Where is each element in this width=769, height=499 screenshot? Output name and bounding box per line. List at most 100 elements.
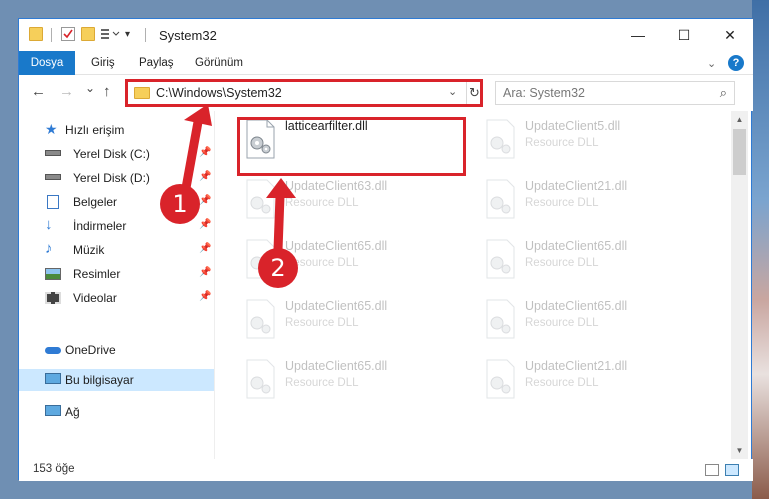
file-tile[interactable]: UpdateClient5.dll Resource DLL	[477, 115, 707, 163]
minimize-button[interactable]: —	[615, 19, 661, 51]
dll-file-icon	[486, 239, 515, 279]
scrollbar-thumb[interactable]	[733, 129, 746, 175]
pin-icon[interactable]: 📌	[199, 195, 211, 206]
pin-icon[interactable]: 📌	[199, 267, 211, 278]
download-icon: ↓	[45, 216, 53, 233]
item-count: 153 öğe	[33, 463, 75, 475]
tab-file[interactable]: Dosya	[19, 51, 75, 75]
dll-file-icon	[246, 359, 275, 399]
sidebar-item-label: Yerel Disk (C:)	[73, 147, 150, 161]
file-tile[interactable]: UpdateClient65.dll Resource DLL	[237, 295, 467, 343]
file-type: Resource DLL	[525, 317, 599, 329]
tab-home[interactable]: Giriş	[83, 51, 123, 75]
tab-share[interactable]: Paylaş	[131, 51, 182, 75]
dll-file-icon	[246, 299, 275, 339]
file-name: UpdateClient65.dll	[285, 299, 388, 313]
step-2-badge: 2	[258, 248, 298, 288]
sidebar-item-music[interactable]: ♪ Müzik 📌	[19, 239, 214, 261]
sidebar-item-videos[interactable]: Videolar 📌	[19, 287, 214, 309]
file-tile[interactable]: UpdateClient21.dll Resource DLL	[477, 355, 707, 403]
pin-icon[interactable]: 📌	[199, 219, 211, 230]
search-icon[interactable]: ⌕	[720, 85, 727, 101]
search-input[interactable]: Ara: System32 ⌕	[495, 81, 735, 105]
maximize-button[interactable]: ☐	[661, 19, 707, 51]
sidebar-item-pictures[interactable]: Resimler 📌	[19, 263, 214, 285]
search-placeholder: Ara: System32	[503, 86, 585, 100]
pin-icon[interactable]: 📌	[199, 291, 211, 302]
file-type: Resource DLL	[525, 377, 599, 389]
step-1-badge: 1	[160, 184, 200, 224]
sidebar-item-label: Ağ	[65, 405, 80, 419]
pin-icon[interactable]: 📌	[199, 243, 211, 254]
file-tile[interactable]: UpdateClient21.dll Resource DLL	[477, 175, 707, 223]
sidebar-item-label: OneDrive	[65, 343, 116, 357]
file-type: Resource DLL	[285, 197, 359, 209]
file-type: Resource DLL	[525, 257, 599, 269]
up-button[interactable]: ↑	[103, 83, 111, 100]
file-tile[interactable]: UpdateClient63.dll Resource DLL	[237, 175, 467, 223]
close-button[interactable]: ✕	[707, 19, 753, 51]
back-button[interactable]: ←	[31, 83, 46, 100]
scroll-up-icon[interactable]: ▲	[731, 111, 748, 128]
music-icon: ♪	[45, 240, 53, 257]
file-highlight-box	[237, 117, 466, 176]
sidebar-item-onedrive[interactable]: OneDrive	[19, 339, 214, 361]
sidebar-item-label: Resimler	[73, 267, 121, 281]
file-name: UpdateClient63.dll	[285, 179, 388, 193]
desktop-background	[752, 0, 769, 499]
properties-icon[interactable]	[61, 27, 75, 41]
drive-icon	[45, 150, 61, 156]
file-name: UpdateClient5.dll	[525, 119, 621, 133]
dll-file-icon	[246, 179, 275, 219]
pin-icon[interactable]: 📌	[199, 171, 211, 182]
chevron-down-icon[interactable]: ▾	[125, 29, 139, 43]
network-icon	[45, 405, 61, 416]
folder-icon	[29, 27, 43, 41]
ribbon-tabs: Dosya Giriş Paylaş Görünüm ⌄ ?	[19, 51, 753, 75]
file-tile[interactable]: UpdateClient65.dll Resource DLL	[237, 355, 467, 403]
sidebar-item-label: Belgeler	[73, 195, 118, 209]
computer-icon	[45, 373, 61, 384]
sidebar-item-label: Yerel Disk (D:)	[73, 171, 150, 185]
file-name: UpdateClient21.dll	[525, 359, 628, 373]
file-tile[interactable]: UpdateClient65.dll Resource DLL	[477, 235, 707, 283]
forward-button[interactable]: →	[59, 83, 74, 100]
customize-toolbar-icon[interactable]	[101, 28, 120, 42]
details-view-icon[interactable]	[705, 464, 719, 476]
expand-ribbon-icon[interactable]: ⌄	[707, 57, 716, 70]
tab-view[interactable]: Görünüm	[187, 51, 251, 75]
file-type: Resource DLL	[525, 137, 599, 149]
file-name: UpdateClient21.dll	[525, 179, 628, 193]
sidebar-item-drive-c[interactable]: Yerel Disk (C:) 📌	[19, 143, 214, 165]
address-bar-highlight	[125, 79, 483, 107]
file-type: Resource DLL	[525, 197, 599, 209]
sidebar-item-quick-access[interactable]: ★ Hızlı erişim	[19, 119, 214, 141]
large-icons-view-icon[interactable]	[725, 464, 739, 476]
file-name: UpdateClient65.dll	[525, 299, 628, 313]
file-type: Resource DLL	[285, 377, 359, 389]
help-icon[interactable]: ?	[728, 55, 744, 71]
file-name: UpdateClient65.dll	[525, 239, 628, 253]
navigation-pane: ★ Hızlı erişim Yerel Disk (C:) 📌 Yerel D…	[19, 111, 214, 459]
window-title: System32	[159, 28, 217, 43]
new-folder-icon[interactable]	[81, 27, 95, 41]
recent-locations-button[interactable]: ⌄	[85, 81, 95, 95]
sidebar-item-network[interactable]: Ağ	[19, 401, 214, 423]
file-tile[interactable]: UpdateClient65.dll Resource DLL	[477, 295, 707, 343]
separator	[145, 28, 146, 42]
title-bar: ▾ System32 — ☐ ✕	[19, 19, 753, 51]
sidebar-item-label: Bu bilgisayar	[65, 373, 134, 387]
star-icon: ★	[45, 121, 58, 137]
sidebar-item-label: Müzik	[73, 243, 105, 257]
sidebar-item-label: İndirmeler	[73, 219, 127, 233]
pictures-icon	[45, 268, 61, 280]
pin-icon[interactable]: 📌	[199, 147, 211, 158]
sidebar-item-this-pc[interactable]: Bu bilgisayar	[19, 369, 214, 391]
dll-file-icon	[486, 179, 515, 219]
sidebar-item-label: Hızlı erişim	[65, 123, 125, 137]
sidebar-item-label: Videolar	[73, 291, 117, 305]
file-explorer-window: ▾ System32 — ☐ ✕ Dosya Giriş Paylaş Görü…	[18, 18, 753, 481]
separator	[51, 28, 52, 42]
scroll-down-icon[interactable]: ▼	[731, 442, 748, 459]
vertical-scrollbar[interactable]: ▲ ▼	[731, 111, 748, 459]
